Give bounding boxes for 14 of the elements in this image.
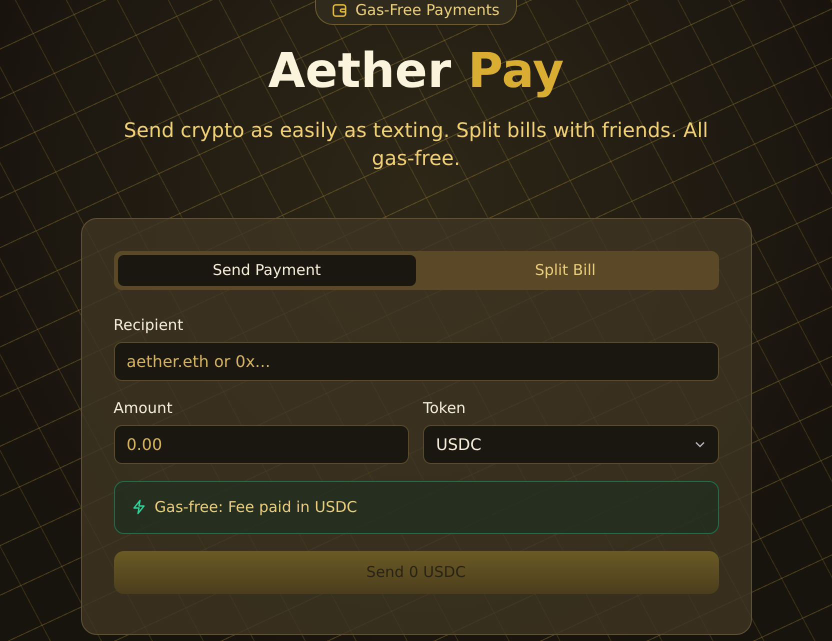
token-dropdown[interactable]: USDC: [423, 424, 718, 464]
lightning-icon: [130, 499, 146, 516]
badge-label: Gas-Free Payments: [355, 1, 500, 19]
tab[interactable]: Send Payment: [118, 254, 416, 286]
field-label: Recipient: [114, 316, 184, 334]
tab[interactable]: Split Bill: [416, 254, 714, 286]
field-label: Amount: [114, 398, 174, 417]
app-title: Aether Pay: [268, 45, 564, 98]
info-text: Gas-free: Fee paid in USDC: [154, 498, 358, 516]
field-label: Token: [423, 398, 467, 417]
recipient-field[interactable]: aether.eth or 0x...: [114, 342, 718, 381]
amount-field[interactable]: 0.00: [114, 424, 409, 464]
tagline: Send crypto as easily as texting. Split bills with friends. All gas-free.: [122, 116, 710, 172]
wallet-icon: [332, 2, 348, 18]
